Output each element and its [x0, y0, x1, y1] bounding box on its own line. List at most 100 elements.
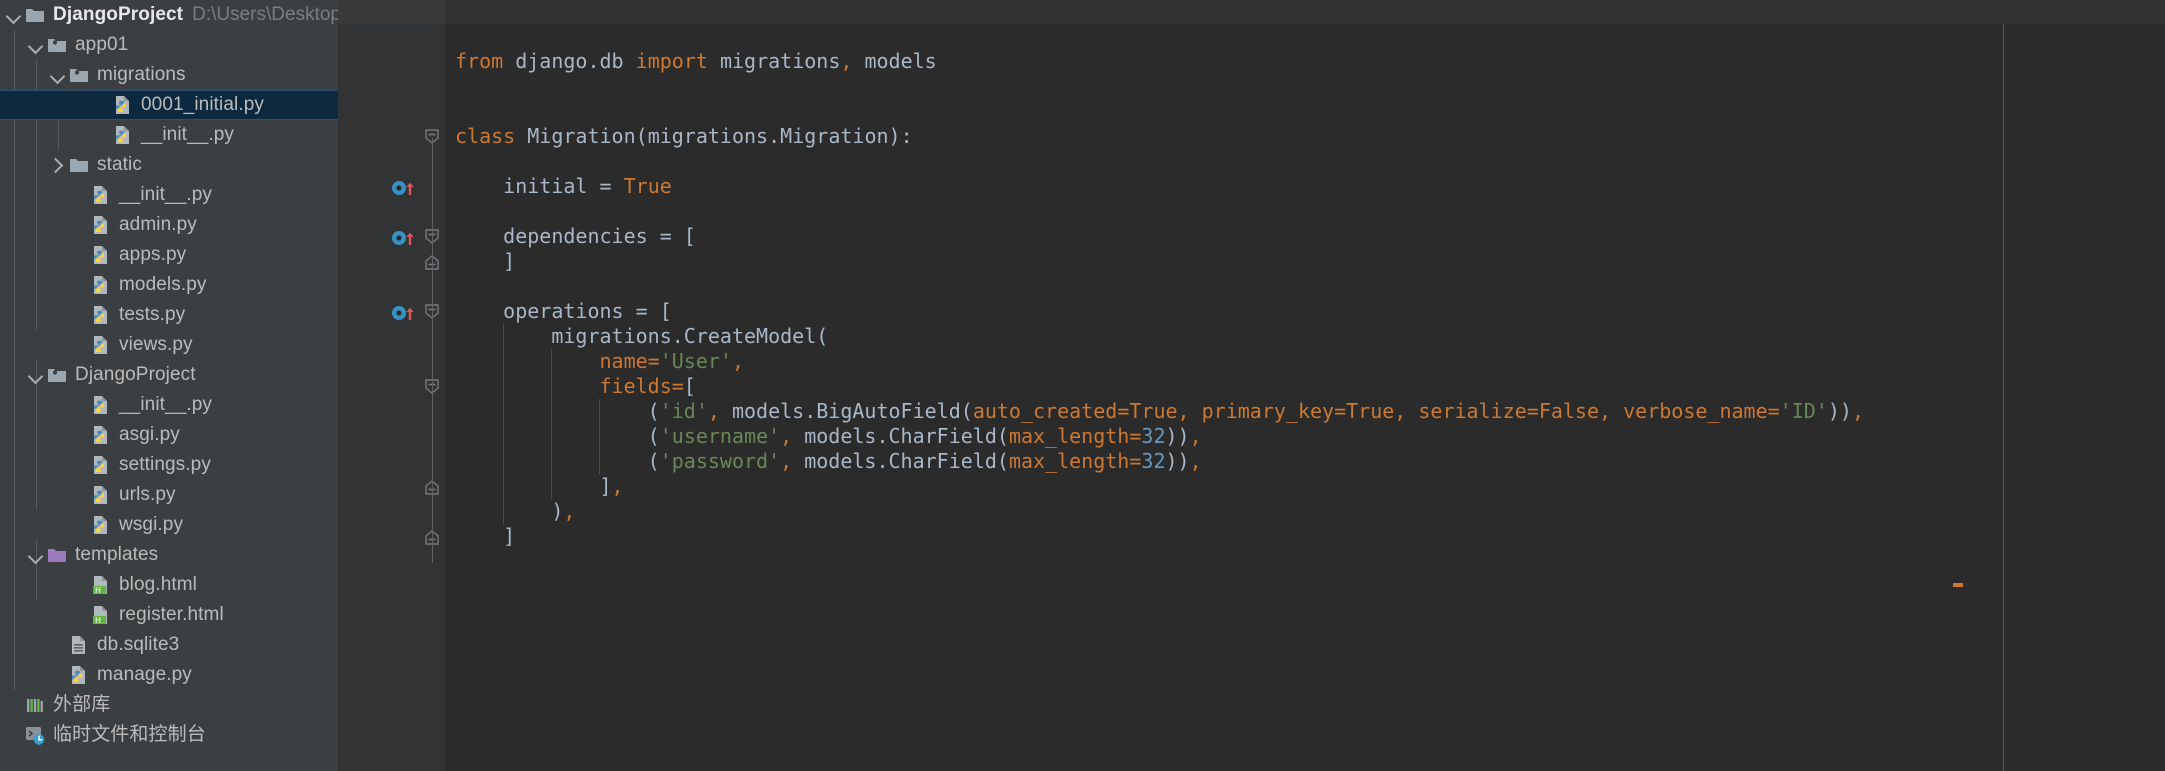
tree-item-label: templates — [75, 544, 159, 565]
tree-item-__init__-py[interactable]: __init__.py — [0, 390, 338, 420]
code-line[interactable]: migrations.CreateModel( — [445, 324, 1864, 349]
error-stripe-gutter[interactable] — [2004, 0, 2165, 771]
code-line[interactable] — [445, 549, 1864, 574]
code-line[interactable] — [445, 74, 1864, 99]
python-file-icon — [90, 184, 112, 206]
fold-collapse-icon[interactable] — [423, 377, 443, 402]
code-line[interactable]: ] — [445, 249, 1864, 274]
code-line[interactable]: ('id', models.BigAutoField(auto_created=… — [445, 399, 1864, 424]
python-file-icon — [90, 514, 112, 536]
chevron-down-icon[interactable] — [26, 360, 46, 390]
tree-item-label: 外部库 — [53, 694, 111, 715]
code-editor[interactable]: 1234567891011121314151617181920212223 — [338, 0, 2165, 771]
tree-item-label: migrations — [97, 64, 186, 85]
tree-item-__init__-py[interactable]: __init__.py — [0, 120, 338, 150]
fold-collapse-icon[interactable] — [423, 227, 443, 252]
python-file-icon — [90, 214, 112, 236]
tree-item-app01[interactable]: app01 — [0, 30, 338, 60]
chevron-down-icon[interactable] — [4, 0, 24, 30]
code-line[interactable]: class Migration(migrations.Migration): — [445, 124, 1864, 149]
tree-item-tests-py[interactable]: tests.py — [0, 300, 338, 330]
tree-item-migrations[interactable]: migrations — [0, 60, 338, 90]
code-line[interactable]: ], — [445, 474, 1864, 499]
tree-item-urls-py[interactable]: urls.py — [0, 480, 338, 510]
implementing-member-icon[interactable] — [391, 177, 421, 202]
tree-item-label: __init__.py — [141, 124, 235, 145]
tree-item-templates[interactable]: templates — [0, 540, 338, 570]
chevron-down-icon[interactable] — [26, 30, 46, 60]
database-file-icon — [68, 634, 90, 656]
tree-item-manage-py[interactable]: manage.py — [0, 660, 338, 690]
implementing-member-icon[interactable] — [391, 302, 421, 327]
tree-item-settings-py[interactable]: settings.py — [0, 450, 338, 480]
fold-end-icon[interactable] — [423, 252, 443, 277]
tree-item-blog-html[interactable]: Hblog.html — [0, 570, 338, 600]
fold-region-line — [432, 138, 433, 563]
python-file-icon — [112, 94, 134, 116]
module-folder-icon — [46, 364, 68, 386]
code-line[interactable] — [445, 199, 1864, 224]
project-tool-window[interactable]: DjangoProject D:\Users\Desktop\ app01 mig… — [0, 0, 338, 771]
tree-item-asgi-py[interactable]: asgi.py — [0, 420, 338, 450]
chevron-down-icon[interactable] — [26, 540, 46, 570]
tree-item-0001_initial-py[interactable]: 0001_initial.py — [0, 90, 338, 120]
html-file-icon: H — [90, 604, 112, 626]
code-line[interactable]: dependencies = [ — [445, 224, 1864, 249]
code-line[interactable] — [445, 149, 1864, 174]
tree-item-label: asgi.py — [119, 424, 180, 445]
project-tree[interactable]: DjangoProject D:\Users\Desktop\ app01 mig… — [0, 0, 338, 750]
tree-item-label: db.sqlite3 — [97, 634, 180, 655]
tree-item-models-py[interactable]: models.py — [0, 270, 338, 300]
code-line[interactable]: initial = True — [445, 174, 1864, 199]
chevron-right-icon[interactable] — [48, 150, 68, 180]
code-line[interactable]: from django.db import migrations, models — [445, 49, 1864, 74]
python-file-icon — [112, 124, 134, 146]
code-line[interactable]: ('username', models.CharField(max_length… — [445, 424, 1864, 449]
tree-item-label: 临时文件和控制台 — [53, 724, 206, 745]
tree-item-apps-py[interactable]: apps.py — [0, 240, 338, 270]
python-file-icon — [90, 424, 112, 446]
implementing-member-icon[interactable] — [391, 227, 421, 252]
code-line[interactable]: ('password', models.CharField(max_length… — [445, 449, 1864, 474]
fold-collapse-icon[interactable] — [423, 127, 443, 152]
tree-item-db-sqlite3[interactable]: db.sqlite3 — [0, 630, 338, 660]
fold-collapse-icon[interactable] — [423, 302, 443, 327]
tree-item-label: __init__.py — [119, 184, 213, 205]
code-indent-guide — [599, 399, 601, 474]
tree-item-label: 0001_initial.py — [141, 94, 264, 115]
tree-item-wsgi-py[interactable]: wsgi.py — [0, 510, 338, 540]
code-line[interactable]: operations = [ — [445, 299, 1864, 324]
code-line[interactable] — [445, 274, 1864, 299]
tree-item-admin-py[interactable]: admin.py — [0, 210, 338, 240]
tree-item-__init__-py[interactable]: __init__.py — [0, 180, 338, 210]
code-line[interactable]: fields=[ — [445, 374, 1864, 399]
tree-item-临时文件和控制台[interactable]: 临时文件和控制台 — [0, 720, 338, 750]
tree-item-label: DjangoProject — [75, 364, 196, 385]
tree-item-label: manage.py — [97, 664, 192, 685]
python-file-icon — [90, 274, 112, 296]
tree-item-register-html[interactable]: Hregister.html — [0, 600, 338, 630]
code-content[interactable]: # Generated by Django 5.0.2 on 2024-02-2… — [445, 0, 1864, 574]
code-line[interactable] — [445, 24, 1864, 49]
chevron-down-icon[interactable] — [48, 60, 68, 90]
pycharm-window: DjangoProject D:\Users\Desktop\ app01 mig… — [0, 0, 2165, 771]
tree-item-外部库[interactable]: 外部库 — [0, 690, 338, 720]
code-line[interactable]: ] — [445, 524, 1864, 549]
code-indent-guide — [551, 349, 553, 499]
fold-end-icon[interactable] — [423, 477, 443, 502]
project-root-row[interactable]: DjangoProject D:\Users\Desktop\ — [0, 0, 338, 30]
code-line[interactable] — [445, 99, 1864, 124]
error-stripe-mark[interactable] — [1953, 583, 1963, 587]
code-line[interactable]: ), — [445, 499, 1864, 524]
tree-item-views-py[interactable]: views.py — [0, 330, 338, 360]
code-line[interactable]: name='User', — [445, 349, 1864, 374]
fold-end-icon[interactable] — [423, 527, 443, 552]
tree-item-djangoproject[interactable]: DjangoProject — [0, 360, 338, 390]
tree-item-static[interactable]: static — [0, 150, 338, 180]
html-file-icon: H — [90, 574, 112, 596]
